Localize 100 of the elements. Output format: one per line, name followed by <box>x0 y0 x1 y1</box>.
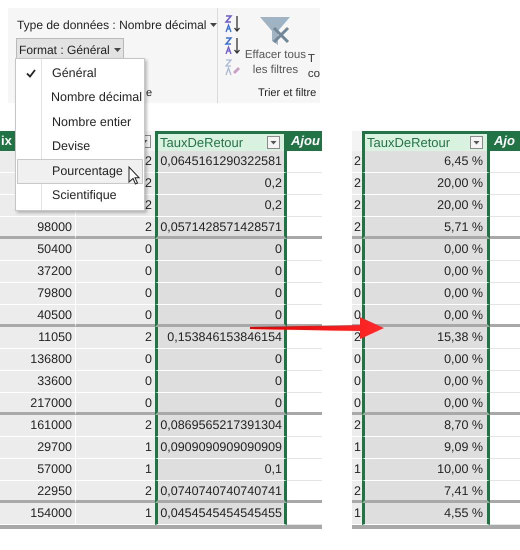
table-cell: 2 <box>75 217 155 239</box>
table-cell: 22950 <box>0 481 75 503</box>
dropdown-icon[interactable] <box>267 136 280 149</box>
table-cell: 0,0909090909090909 <box>155 437 287 459</box>
caret-icon <box>210 23 218 27</box>
table-cell: 15,38 % <box>362 327 490 349</box>
table-cell: 2 <box>75 415 155 437</box>
filter-clear-icon <box>258 14 292 48</box>
table-cell: 0 <box>352 261 362 283</box>
table-cell: 2 <box>352 481 362 503</box>
table-cell: 0,153846153846154 <box>155 327 287 349</box>
table-cell: 0,00 % <box>362 349 490 371</box>
table-cell: 57000 <box>0 459 75 481</box>
column-header[interactable]: TauxDeRetour <box>362 131 490 151</box>
table-cell: 0 <box>155 393 287 415</box>
table-cell: 2 <box>352 173 362 195</box>
table-cell: 2 <box>75 327 155 349</box>
table-cell: 2 <box>352 195 362 217</box>
table-cell: 10,00 % <box>362 459 490 481</box>
table-cell: 0 <box>75 305 155 327</box>
table-cell: 1 <box>352 437 362 459</box>
table-cell: 0 <box>75 283 155 305</box>
table-cell: 4,55 % <box>362 503 490 525</box>
table-cell: 1 <box>352 459 362 481</box>
sort-ascending-icon[interactable] <box>224 14 242 34</box>
table-cell: 2 <box>352 415 362 437</box>
table-cell: 2 <box>352 151 362 173</box>
data-type-button[interactable]: Type de données : Nombre décimal <box>16 16 218 34</box>
table-cell: 0,2 <box>155 195 287 217</box>
table-cell: 7,41 % <box>362 481 490 503</box>
menu-item[interactable]: Général <box>17 61 143 86</box>
group-label: Trier et filtre <box>258 86 318 100</box>
table-cell: 0 <box>352 371 362 393</box>
table-cell: 5,71 % <box>362 217 490 239</box>
table-cell: 0,0454545454545455 <box>155 503 287 525</box>
table-cell: 79800 <box>0 283 75 305</box>
table-cell: 2 <box>75 481 155 503</box>
table-cell: 0,2 <box>155 173 287 195</box>
table-cell: 0 <box>352 283 362 305</box>
menu-item[interactable]: Nombre entier <box>17 110 143 134</box>
menu-item[interactable]: Pourcentage <box>17 159 143 184</box>
table-cell: 0,00 % <box>362 261 490 283</box>
table-cell: 0 <box>75 393 155 415</box>
table-cell: 0 <box>155 283 287 305</box>
column-header[interactable]: Ajou <box>287 131 322 151</box>
table-cell: 161000 <box>0 415 75 437</box>
table-cell: 20,00 % <box>362 195 490 217</box>
table-cell: 0,0571428571428571 <box>155 217 287 239</box>
table-cell: 20,00 % <box>362 173 490 195</box>
table-cell: 136800 <box>0 349 75 371</box>
table-cell: 0,00 % <box>362 239 490 261</box>
table-cell: 50400 <box>0 239 75 261</box>
sort-descending-icon[interactable] <box>224 36 242 56</box>
caret-icon <box>114 48 121 52</box>
table-cell: 8,70 % <box>362 415 490 437</box>
table-cell: 0 <box>155 239 287 261</box>
mouse-cursor-icon <box>128 166 140 185</box>
table-cell: 0,00 % <box>362 393 490 415</box>
table-cell: 0 <box>352 349 362 371</box>
ribbon-button-label[interactable]: T <box>308 52 320 67</box>
table-cell: 217000 <box>0 393 75 415</box>
table-cell: 154000 <box>0 503 75 525</box>
table-cell: 0 <box>155 261 287 283</box>
clear-filters-button[interactable]: Effacer tous les filtres <box>243 14 308 82</box>
table-cell: 33600 <box>0 371 75 393</box>
table-cell: 0,00 % <box>362 283 490 305</box>
table-cell: 0,0645161290322581 <box>155 151 287 173</box>
table-cell: 37200 <box>0 261 75 283</box>
table-cell: 0 <box>155 349 287 371</box>
group-label: e <box>146 86 154 100</box>
table-cell: 40500 <box>0 305 75 327</box>
column-header[interactable]: TauxDeRetour <box>155 131 287 151</box>
table-cell: 1 <box>75 503 155 525</box>
table-cell: 0 <box>352 393 362 415</box>
table-cell: 0,00 % <box>362 371 490 393</box>
table-cell: 1 <box>352 503 362 525</box>
table-cell: 0 <box>75 261 155 283</box>
ribbon-button-label[interactable]: co <box>308 67 320 82</box>
table-cell: 0,00 % <box>362 305 490 327</box>
table-cell: 0 <box>352 239 362 261</box>
dropdown-icon[interactable] <box>470 136 483 149</box>
table-cell: 29700 <box>0 437 75 459</box>
column-header[interactable]: Ajo <box>490 131 520 151</box>
table-cell: 0,0869565217391304 <box>155 415 287 437</box>
table-cell: 2 <box>352 217 362 239</box>
table-cell: 0 <box>75 371 155 393</box>
menu-item[interactable]: Nombre décimal <box>17 86 143 110</box>
table-cell: 9,09 % <box>362 437 490 459</box>
table-cell: 1 <box>75 437 155 459</box>
table-cell: 0 <box>155 305 287 327</box>
table-cell: 0,1 <box>155 459 287 481</box>
table-cell: 0 <box>155 371 287 393</box>
table-cell: 11050 <box>0 327 75 349</box>
table-cell: 1 <box>75 459 155 481</box>
table-cell: 0 <box>75 349 155 371</box>
table-cell: 0,0740740740740741 <box>155 481 287 503</box>
table-cell: 98000 <box>0 217 75 239</box>
checkmark-icon <box>26 68 36 78</box>
table-cell: 6,45 % <box>362 151 490 173</box>
table-cell: 0 <box>75 239 155 261</box>
